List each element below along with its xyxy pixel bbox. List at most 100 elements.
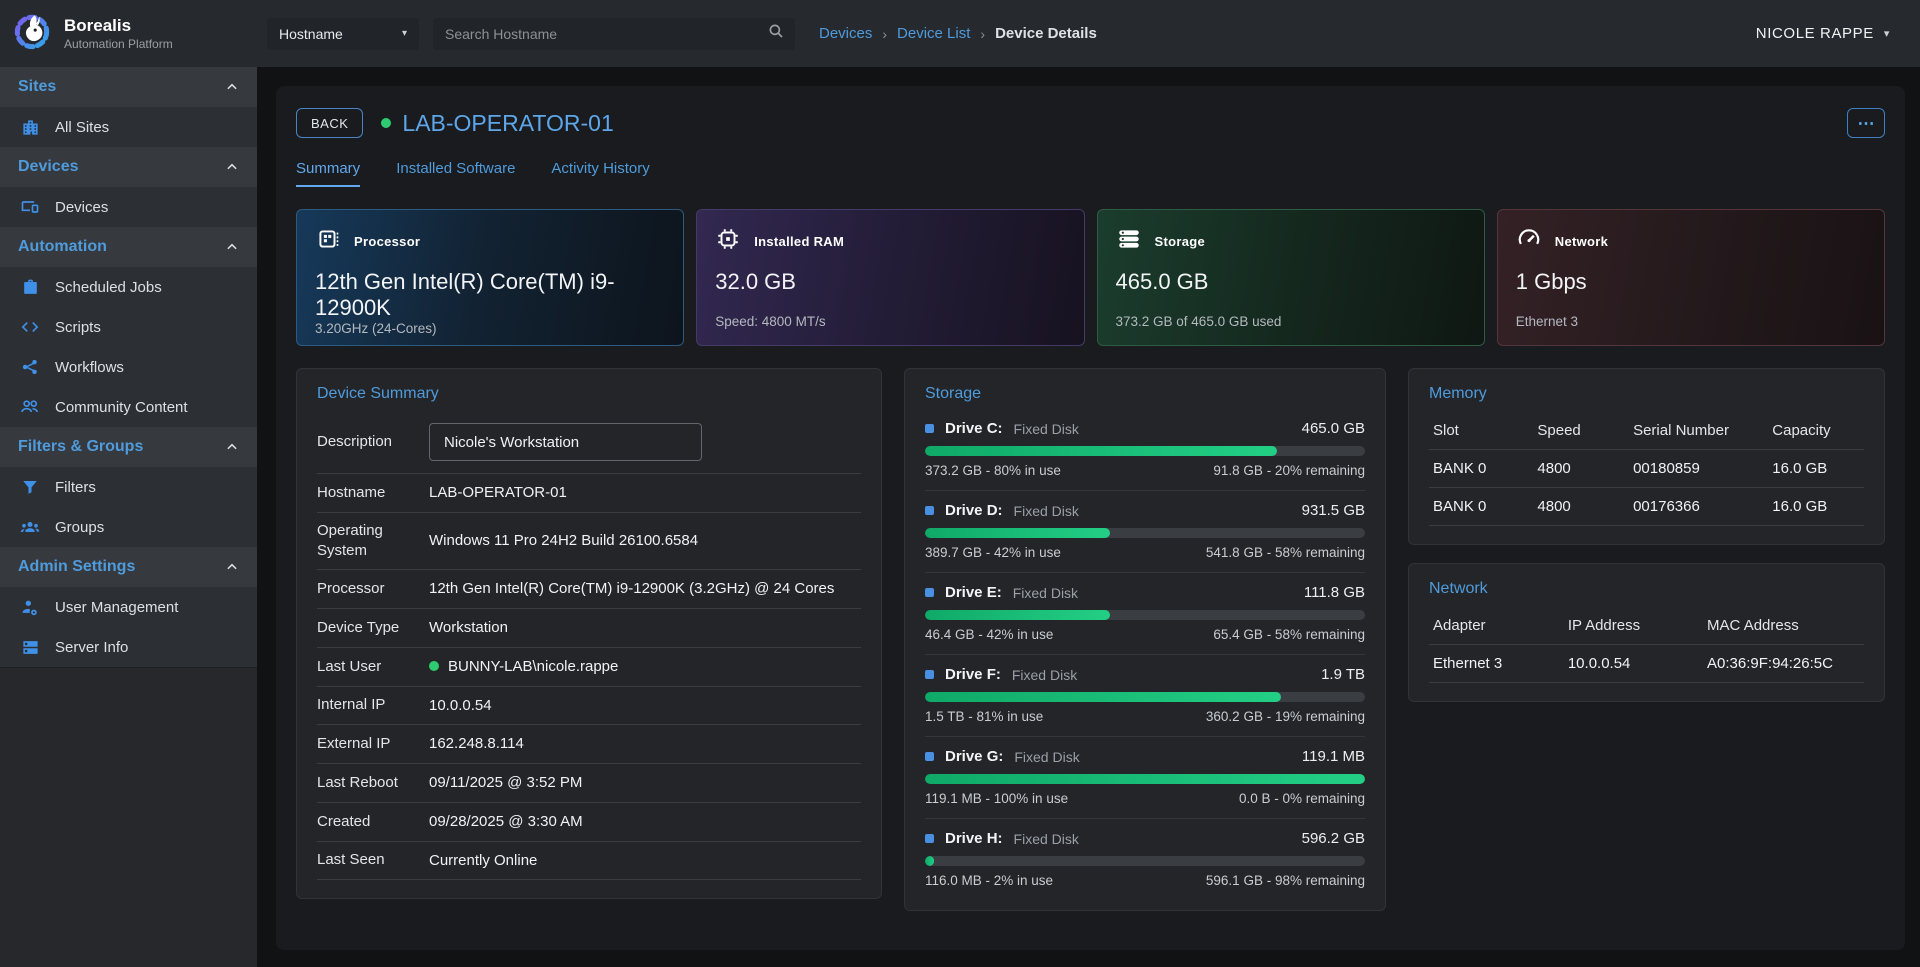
ram-chip-icon — [715, 226, 741, 257]
breadcrumb: Devices › Device List › Device Details — [819, 25, 1097, 42]
drive-bullet-icon — [925, 752, 934, 761]
sidebar-section-admin-settings[interactable]: Admin Settings — [0, 547, 257, 587]
table-row: Ethernet 3 10.0.0.54 A0:36:9F:94:26:5C — [1429, 645, 1864, 683]
storage-panel-title: Storage — [925, 385, 1365, 403]
main-area: BACK LAB-OPERATOR-01 ⋯ Summary Installed… — [257, 67, 1920, 967]
sidebar-item-devices[interactable]: Devices — [0, 187, 257, 227]
drive-bullet-icon — [925, 834, 934, 843]
drive-row-e: Drive E: Fixed Disk 111.8 GB 46.4 GB - 4… — [925, 573, 1365, 655]
brand: Borealis Automation Platform — [0, 9, 257, 58]
user-name: NICOLE RAPPE — [1756, 25, 1874, 42]
building-icon — [20, 117, 40, 137]
table-row: BANK 04800 0018085916.0 GB — [1429, 450, 1864, 488]
speedometer-icon — [1516, 226, 1542, 257]
server-icon — [20, 637, 40, 657]
sidebar-empty-area — [0, 667, 257, 967]
network-value: 1 Gbps — [1516, 269, 1866, 295]
created-value: 09/28/2025 @ 3:30 AM — [429, 811, 861, 833]
more-actions-button[interactable]: ⋯ — [1847, 108, 1885, 138]
drive-row-c: Drive C: Fixed Disk 465.0 GB 373.2 GB - … — [925, 409, 1365, 491]
code-icon — [20, 317, 40, 337]
breadcrumb-device-list[interactable]: Device List — [897, 25, 970, 42]
drive-usage-bar — [925, 774, 1365, 784]
sidebar-item-scheduled-jobs[interactable]: Scheduled Jobs — [0, 267, 257, 307]
device-summary-title: Device Summary — [317, 385, 861, 403]
breadcrumb-separator-icon: › — [980, 26, 985, 42]
sidebar-section-sites[interactable]: Sites — [0, 67, 257, 107]
user-menu[interactable]: NICOLE RAPPE ▾ — [1756, 25, 1920, 42]
chevron-down-icon: ▾ — [1884, 27, 1890, 40]
sidebar-item-scripts[interactable]: Scripts — [0, 307, 257, 347]
chevron-up-icon — [225, 240, 239, 254]
network-table: Adapter IP Address MAC Address Ethernet … — [1429, 608, 1864, 683]
sidebar-section-devices[interactable]: Devices — [0, 147, 257, 187]
workflow-icon — [20, 357, 40, 377]
drive-usage-bar — [925, 856, 1365, 866]
tab-summary[interactable]: Summary — [296, 160, 360, 187]
sidebar-item-filters[interactable]: Filters — [0, 467, 257, 507]
memory-panel: Memory Slot Speed Serial Number Capacity… — [1408, 368, 1885, 545]
sidebar-item-user-management[interactable]: User Management — [0, 587, 257, 627]
last-reboot-value: 09/11/2025 @ 3:52 PM — [429, 772, 861, 794]
tab-installed-software[interactable]: Installed Software — [396, 160, 515, 187]
sidebar-item-workflows[interactable]: Workflows — [0, 347, 257, 387]
online-status-dot — [429, 661, 439, 671]
sidebar-section-automation[interactable]: Automation — [0, 227, 257, 267]
drive-usage-bar — [925, 446, 1365, 456]
sidebar-item-community-content[interactable]: Community Content — [0, 387, 257, 427]
network-card: Network 1 Gbps Ethernet 3 — [1497, 209, 1885, 346]
sidebar-section-filters-groups[interactable]: Filters & Groups — [0, 427, 257, 467]
storage-card: Storage 465.0 GB 373.2 GB of 465.0 GB us… — [1097, 209, 1485, 346]
last-seen-value: Currently Online — [429, 850, 861, 872]
drive-row-d: Drive D: Fixed Disk 931.5 GB 389.7 GB - … — [925, 491, 1365, 573]
memory-panel-title: Memory — [1429, 385, 1864, 403]
processor-summary-value: 12th Gen Intel(R) Core(TM) i9-12900K (3.… — [429, 578, 861, 600]
search-input[interactable] — [445, 26, 767, 42]
ram-value: 32.0 GB — [715, 269, 1065, 295]
topbar: Borealis Automation Platform Hostname ▾ … — [0, 0, 1920, 67]
drive-row-g: Drive G: Fixed Disk 119.1 MB 119.1 MB - … — [925, 737, 1365, 819]
online-status-dot — [381, 118, 391, 128]
drive-usage-bar — [925, 528, 1365, 538]
drive-row-f: Drive F: Fixed Disk 1.9 TB 1.5 TB - 81% … — [925, 655, 1365, 737]
processor-sub: 3.20GHz (24-Cores) — [315, 321, 665, 336]
ram-sub: Speed: 4800 MT/s — [715, 314, 1065, 329]
chevron-up-icon — [225, 80, 239, 94]
drive-bullet-icon — [925, 506, 934, 515]
sidebar-item-server-info[interactable]: Server Info — [0, 627, 257, 667]
description-input[interactable] — [429, 423, 702, 461]
briefcase-icon — [20, 277, 40, 297]
sidebar-item-groups[interactable]: Groups — [0, 507, 257, 547]
hostname-value: LAB-OPERATOR-01 — [429, 482, 861, 504]
last-user-value: BUNNY-LAB\nicole.rappe — [429, 656, 861, 678]
search-box — [433, 18, 795, 50]
drive-row-h: Drive H: Fixed Disk 596.2 GB 116.0 MB - … — [925, 819, 1365, 892]
drive-bullet-icon — [925, 424, 934, 433]
drive-usage-bar — [925, 692, 1365, 702]
breadcrumb-separator-icon: › — [882, 26, 887, 42]
brand-name: Borealis — [64, 16, 173, 36]
chevron-up-icon — [225, 440, 239, 454]
stat-cards: Processor 12th Gen Intel(R) Core(TM) i9-… — [296, 209, 1885, 346]
tab-activity-history[interactable]: Activity History — [551, 160, 649, 187]
memory-table: Slot Speed Serial Number Capacity BANK 0… — [1429, 413, 1864, 526]
chevron-up-icon — [225, 560, 239, 574]
sidebar-item-all-sites[interactable]: All Sites — [0, 107, 257, 147]
device-type-value: Workstation — [429, 617, 861, 639]
back-button[interactable]: BACK — [296, 108, 363, 138]
internal-ip-value: 10.0.0.54 — [429, 695, 861, 717]
ram-card: Installed RAM 32.0 GB Speed: 4800 MT/s — [696, 209, 1084, 346]
storage-sub: 373.2 GB of 465.0 GB used — [1116, 314, 1466, 329]
device-summary-panel: Device Summary Description HostnameLAB-O… — [296, 368, 882, 899]
chevron-down-icon: ▾ — [402, 28, 407, 39]
processor-value: 12th Gen Intel(R) Core(TM) i9-12900K — [315, 269, 665, 321]
storage-value: 465.0 GB — [1116, 269, 1466, 295]
hostname-filter-select[interactable]: Hostname ▾ — [267, 18, 419, 50]
storage-panel: Storage Drive C: Fixed Disk 465.0 GB 373… — [904, 368, 1386, 911]
sidebar: Sites All Sites Devices Devices Automati… — [0, 67, 257, 967]
breadcrumb-devices[interactable]: Devices — [819, 25, 872, 42]
drive-bullet-icon — [925, 588, 934, 597]
drive-bullet-icon — [925, 670, 934, 679]
search-icon[interactable] — [767, 22, 785, 45]
network-panel-title: Network — [1429, 580, 1864, 598]
